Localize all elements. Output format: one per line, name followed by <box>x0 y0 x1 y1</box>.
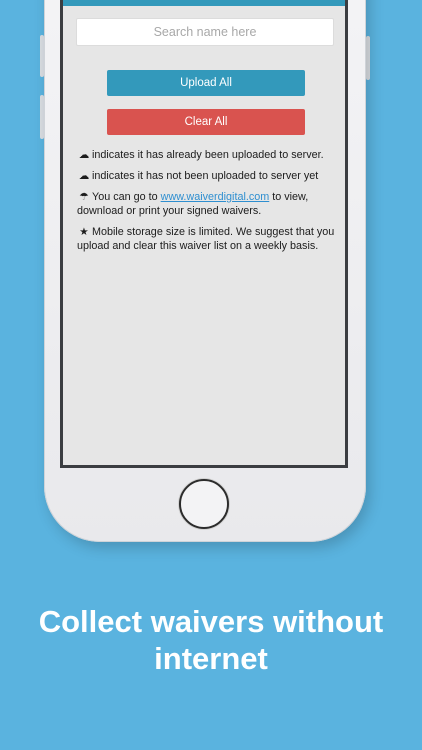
note-uploaded: ☁ indicates it has already been uploaded … <box>77 148 339 162</box>
note-website: ☂ You can go to www.waiverdigital.com to … <box>77 190 339 218</box>
note-not-uploaded-text: indicates it has not been uploaded to se… <box>92 170 319 182</box>
website-link[interactable]: www.waiverdigital.com <box>161 191 270 203</box>
cloud-rain-icon: ☂ <box>79 191 89 203</box>
cloud-outline-icon: ☁ <box>78 170 90 182</box>
marketing-headline: Collect waivers without internet <box>38 604 384 676</box>
clear-all-button[interactable]: Clear All <box>107 109 305 135</box>
note-website-pre: You can go to <box>92 191 158 203</box>
phone-side-button-3 <box>366 36 370 80</box>
note-uploaded-text: indicates it has already been uploaded t… <box>92 149 324 161</box>
search-input[interactable] <box>76 18 334 46</box>
note-storage-text: Mobile storage size is limited. We sugge… <box>77 226 335 252</box>
info-notes: ☁ indicates it has already been uploaded … <box>77 148 339 260</box>
note-storage: ★ Mobile storage size is limited. We sugg… <box>77 225 339 253</box>
upload-all-button[interactable]: Upload All <box>107 70 305 96</box>
phone-screen: Upload All Clear All ☁indicates it has a… <box>60 0 348 468</box>
cloud-icon: ☁ <box>78 149 90 161</box>
star-icon: ★ <box>79 226 89 238</box>
note-not-uploaded: ☁ indicates it has not been uploaded to s… <box>77 169 339 183</box>
home-button[interactable] <box>179 479 229 529</box>
app-header-bar <box>63 0 345 6</box>
